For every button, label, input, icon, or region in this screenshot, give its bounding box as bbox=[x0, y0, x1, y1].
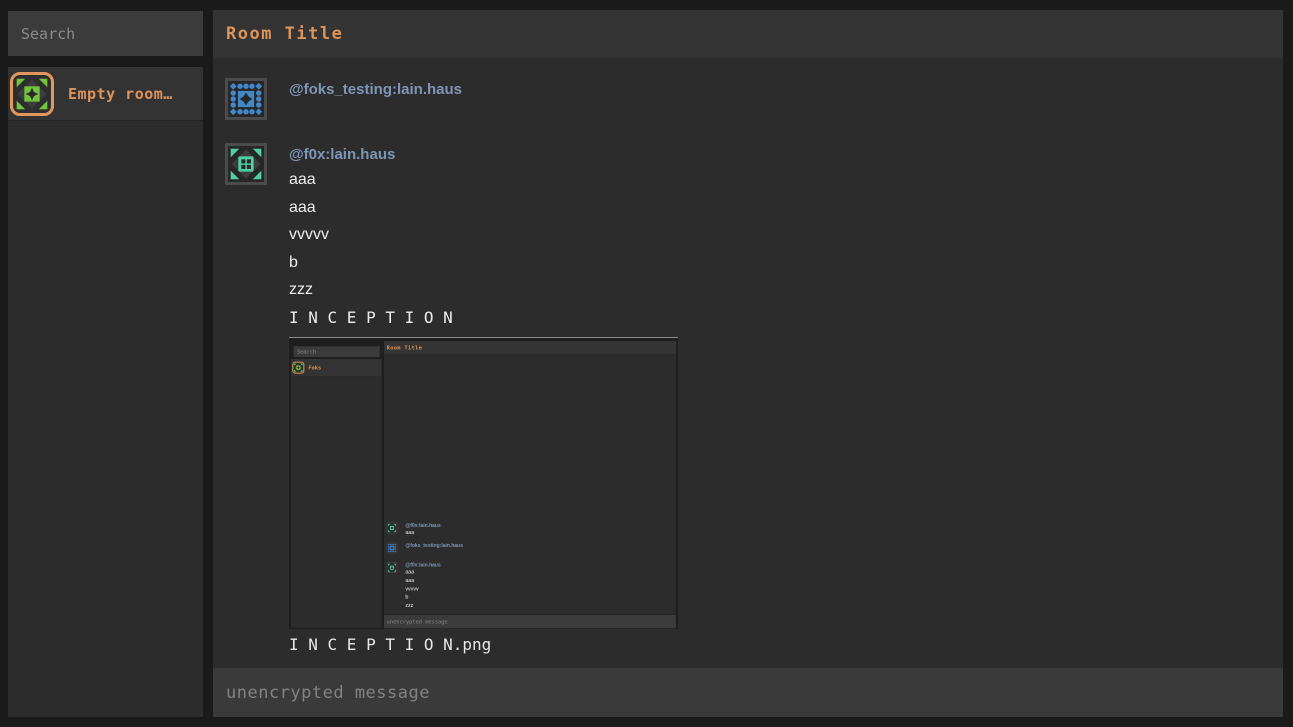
chat-app-window: { "header": { "title": "Room Title" }, "… bbox=[0, 0, 1293, 727]
room-avatar-green-identicon-icon bbox=[10, 72, 54, 116]
composer-bar bbox=[213, 668, 1283, 717]
embedded-user-avatar-teal-identicon-icon bbox=[387, 562, 398, 573]
embedded-screenshot: Search Foks Room Title bbox=[289, 339, 678, 629]
embedded-search-input: Search bbox=[294, 346, 380, 357]
main-panel: Room Title @foks_testing:lain.haus @f0x:… bbox=[213, 10, 1283, 717]
message-line: I N C E P T I O N bbox=[289, 304, 1283, 332]
message-line: vvvvv bbox=[289, 221, 1283, 249]
embedded-message-line: aaa bbox=[405, 568, 440, 576]
room-title: Room Title bbox=[226, 24, 343, 44]
user-avatar-teal-identicon-icon[interactable] bbox=[225, 143, 267, 185]
embedded-message-line: aaa bbox=[405, 528, 440, 536]
room-header: Room Title bbox=[213, 10, 1283, 58]
room-name: Empty room… bbox=[68, 85, 173, 103]
search-input[interactable] bbox=[8, 11, 203, 56]
message: @f0x:lain.haus aaa aaa vvvvv b zzz I N C… bbox=[213, 143, 1283, 659]
embedded-room-name: Foks bbox=[308, 364, 321, 370]
message-line: zzz bbox=[289, 276, 1283, 304]
embedded-room-list: Foks bbox=[291, 359, 382, 628]
embedded-message: @foks_testing:lain.haus bbox=[387, 543, 463, 549]
message-line: b bbox=[289, 249, 1283, 277]
embedded-message-line: aaa bbox=[405, 576, 440, 584]
attachment-filename[interactable]: I N C E P T I O N.png bbox=[289, 631, 1283, 659]
embedded-room-title: Room Title bbox=[387, 344, 422, 350]
message-sender[interactable]: @f0x:lain.haus bbox=[289, 143, 1283, 163]
sidebar: Empty room… bbox=[8, 11, 203, 717]
embedded-composer-input: unencrypted message bbox=[384, 615, 676, 628]
embedded-message-line: zzz bbox=[405, 601, 440, 609]
room-list-item-empty-room[interactable]: Empty room… bbox=[8, 67, 203, 121]
embedded-timeline: @f0x:lain.haus aaa @foks_testing:lain.ha… bbox=[384, 354, 676, 614]
embedded-room-avatar-green-identicon-icon bbox=[292, 361, 304, 373]
user-avatar-blue-identicon-icon[interactable] bbox=[225, 78, 267, 120]
embedded-message-line: vvvvv bbox=[405, 585, 440, 593]
embedded-user-avatar-blue-identicon-icon bbox=[387, 543, 398, 554]
embedded-message: @f0x:lain.haus aaa bbox=[387, 523, 441, 537]
message-timeline: @foks_testing:lain.haus @f0x:lain.haus a… bbox=[213, 58, 1283, 668]
message-sender[interactable]: @foks_testing:lain.haus bbox=[289, 78, 1283, 98]
message: @foks_testing:lain.haus bbox=[213, 78, 1283, 126]
message-line: aaa bbox=[289, 166, 1283, 194]
image-attachment[interactable]: Search Foks Room Title bbox=[289, 337, 678, 629]
embedded-user-avatar-teal-identicon-icon bbox=[387, 523, 398, 534]
embedded-message: @f0x:lain.haus aaa aaa vvvvv b zzz bbox=[387, 562, 441, 609]
embedded-room-list-item: Foks bbox=[291, 359, 382, 376]
room-list: Empty room… bbox=[8, 67, 203, 717]
embedded-room-header: Room Title bbox=[384, 341, 676, 354]
embedded-message-line: b bbox=[405, 593, 440, 601]
message-body: aaa aaa vvvvv b zzz I N C E P T I O N bbox=[289, 166, 1283, 331]
message-line: aaa bbox=[289, 194, 1283, 222]
composer-input[interactable] bbox=[213, 668, 1283, 717]
embedded-message-sender: @foks_testing:lain.haus bbox=[405, 543, 463, 549]
